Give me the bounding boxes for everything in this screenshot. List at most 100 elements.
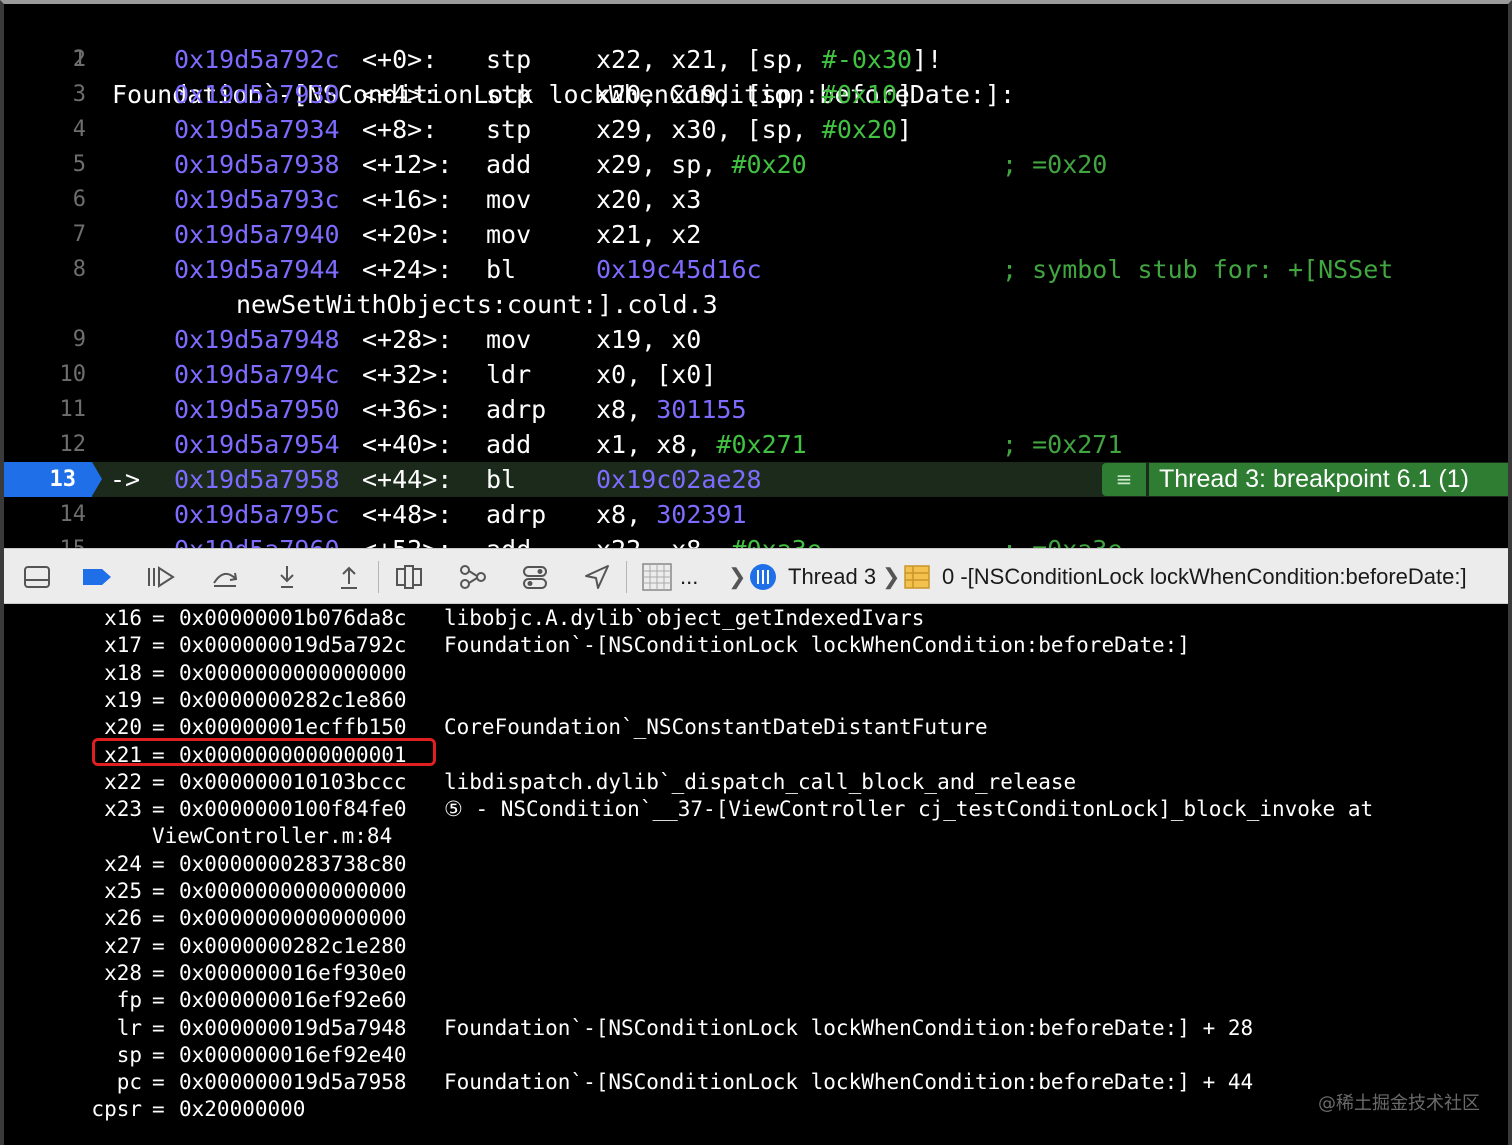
equals-sign: = bbox=[152, 1042, 165, 1067]
environment-overrides-icon[interactable] bbox=[520, 563, 550, 591]
line-number[interactable]: 7 bbox=[4, 217, 86, 252]
register-row[interactable]: x20 0x00000001ecffb150 CoreFoundation`_NSC… bbox=[4, 714, 1508, 741]
line-number[interactable]: 3 bbox=[4, 77, 86, 112]
register-name: x16 bbox=[104, 606, 142, 630]
register-row[interactable]: fp 0x000000016ef92e60 = bbox=[4, 987, 1508, 1014]
disassembly-line[interactable]: 2 0x19d5a792c <+0>: stp x22, x21, [sp, #-0x3… bbox=[4, 42, 1508, 77]
equals-sign: = bbox=[152, 660, 165, 685]
equals-sign: = bbox=[152, 1097, 165, 1122]
instruction-address: 0x19d5a7944 bbox=[174, 255, 340, 284]
operand-text: ] bbox=[897, 115, 913, 144]
register-row[interactable]: pc 0x000000019d5a7958 Foundation`-[NSCondi… bbox=[4, 1069, 1508, 1096]
register-value: 0x000000019d5a7958 bbox=[179, 1070, 407, 1095]
disassembly-line[interactable]: 5 0x19d5a7938 <+12>: add x29, sp, #0x20 ; =0x… bbox=[4, 147, 1508, 182]
breadcrumb-chevron-icon: ❯ bbox=[728, 564, 747, 589]
equals-sign: = bbox=[152, 1015, 165, 1040]
register-value: 0x00000001ecffb150 bbox=[179, 715, 407, 740]
instruction-offset: <+0>: bbox=[362, 45, 438, 74]
instruction-address: 0x19d5a795c bbox=[174, 500, 340, 529]
operands: x0, [x0] bbox=[596, 357, 716, 392]
register-name: x22 bbox=[104, 769, 142, 794]
register-value: 0x0000000100f84fe0 bbox=[179, 797, 407, 822]
operands: 0x19c02ae28 bbox=[596, 462, 762, 497]
breakpoint-menu-icon[interactable]: ≡ bbox=[1102, 463, 1146, 496]
step-out-icon[interactable] bbox=[334, 563, 364, 591]
register-row[interactable]: x21 0x0000000000000001 = bbox=[4, 742, 1508, 769]
equals-sign: = bbox=[152, 1070, 165, 1095]
view-hierarchy-icon[interactable] bbox=[394, 563, 424, 591]
equals-sign: = bbox=[152, 742, 165, 767]
register-view: x16 0x00000001b076da8c libobjc.A.dylib`obj… bbox=[4, 604, 1508, 1141]
register-row[interactable]: sp 0x000000016ef92e40 = bbox=[4, 1042, 1508, 1069]
register-row[interactable]: lr 0x000000019d5a7948 Foundation`-[NSCondi… bbox=[4, 1015, 1508, 1042]
equals-sign: = bbox=[152, 906, 165, 931]
line-number[interactable]: 15 bbox=[4, 532, 87, 548]
instruction-address: 0x19d5a792c bbox=[174, 45, 340, 74]
disassembly-line[interactable]: 9 0x19d5a7948 <+28>: mov x19, x0 bbox=[4, 322, 1508, 357]
operand-text: x19, x0 bbox=[596, 325, 702, 354]
line-number[interactable]: 12 bbox=[4, 427, 87, 462]
register-row[interactable]: x16 0x00000001b076da8c libobjc.A.dylib`obj… bbox=[4, 605, 1508, 632]
disassembly-line[interactable]: 4 0x19d5a7934 <+8>: stp x29, x30, [sp, #0x20… bbox=[4, 112, 1508, 147]
disassembly-line[interactable]: 8 0x19d5a7944 <+24>: bl 0x19c45d16c ; symbol … bbox=[4, 252, 1508, 287]
line-number[interactable]: 14 bbox=[4, 497, 87, 532]
thread-breadcrumb[interactable]: Thread 3 bbox=[788, 549, 876, 605]
register-row[interactable]: x17 0x000000019d5a792c Foundation`-[NSCond… bbox=[4, 632, 1508, 659]
step-into-icon[interactable] bbox=[272, 563, 302, 591]
equals-sign: = bbox=[152, 715, 165, 740]
line-number[interactable]: 9 bbox=[4, 322, 86, 357]
disassembly-line[interactable]: 15 0x19d5a7960 <+52>: add x22, x8, #0xa3e ; =… bbox=[4, 532, 1508, 548]
breakpoints-toggle-icon[interactable] bbox=[82, 563, 112, 591]
line-number[interactable]: 5 bbox=[4, 147, 86, 182]
register-value: 0x00000001b076da8c bbox=[179, 606, 407, 630]
line-number[interactable]: 4 bbox=[4, 112, 86, 147]
simulate-location-icon[interactable] bbox=[582, 563, 612, 591]
instruction-comment: ; =0x271 bbox=[1002, 430, 1123, 459]
line-number[interactable]: 2 bbox=[4, 42, 86, 77]
frame-breadcrumb[interactable]: 0 -[NSConditionLock lockWhenCondition:be… bbox=[942, 549, 1467, 605]
register-name: x25 bbox=[104, 879, 142, 903]
instruction-offset: <+48>: bbox=[362, 500, 453, 529]
register-row[interactable]: x24 0x0000000283738c80 = bbox=[4, 851, 1508, 878]
breakpoint-annotation[interactable]: ≡ Thread 3: breakpoint 6.1 (1) bbox=[1102, 463, 1508, 496]
register-value: 0x0000000283738c80 bbox=[179, 851, 407, 876]
current-line-marker[interactable]: 13 bbox=[4, 462, 102, 497]
continue-icon[interactable] bbox=[146, 563, 176, 591]
operands: x29, sp, #0x20 bbox=[596, 147, 807, 182]
disassembly-line[interactable]: 10 0x19d5a794c <+32>: ldr x0, [x0] bbox=[4, 357, 1508, 392]
register-row[interactable]: x23 0x0000000100f84fe0 ⑤ - NSCondition`__3… bbox=[4, 796, 1508, 823]
register-row[interactable]: x27 0x0000000282c1e280 = bbox=[4, 933, 1508, 960]
disassembly-line[interactable]: 12 0x19d5a7954 <+40>: add x1, x8, #0x271 ; =0… bbox=[4, 427, 1508, 462]
disassembly-line[interactable]: 6 0x19d5a793c <+16>: mov x20, x3 bbox=[4, 182, 1508, 217]
disassembly-header-line: 1 Foundation`-[NSConditionLock lockWhenC… bbox=[4, 7, 1508, 109]
panel-toggle-icon[interactable] bbox=[22, 563, 52, 591]
register-row[interactable]: x25 0x0000000000000000 = bbox=[4, 878, 1508, 905]
line-number[interactable]: 10 bbox=[4, 357, 87, 392]
register-row[interactable]: x18 0x0000000000000000 = bbox=[4, 660, 1508, 687]
disassembly-line[interactable]: 3 0x19d5a7930 <+4>: stp x20, x19, [sp, #0x10… bbox=[4, 77, 1508, 112]
line-number[interactable]: 6 bbox=[4, 182, 86, 217]
frame-grid-icon[interactable] bbox=[642, 563, 672, 591]
memory-graph-icon[interactable] bbox=[458, 563, 488, 591]
line-number[interactable]: 11 bbox=[4, 392, 87, 427]
disassembly-continuation-line: newSetWithObjects:count:].cold.3 bbox=[4, 287, 1508, 322]
disassembly-line[interactable]: 13 -> 0x19d5a7958 <+44>: bl 0x19c02ae28 ≡ Threa… bbox=[4, 462, 1508, 497]
register-row[interactable]: x22 0x000000010103bccc libdispatch.dylib`_… bbox=[4, 769, 1508, 796]
register-row[interactable]: x26 0x0000000000000000 = bbox=[4, 905, 1508, 932]
opcode: add bbox=[486, 430, 532, 459]
instruction-address: 0x19d5a7948 bbox=[174, 325, 340, 354]
disassembly-line[interactable]: 7 0x19d5a7940 <+20>: mov x21, x2 bbox=[4, 217, 1508, 252]
register-value: 0x0000000282c1e280 bbox=[179, 933, 407, 958]
register-row[interactable]: x19 0x0000000282c1e860 = bbox=[4, 687, 1508, 714]
step-over-icon[interactable] bbox=[210, 563, 240, 591]
immediate-value: #0x271 bbox=[716, 430, 807, 459]
operands: x20, x19, [sp, #0x10] bbox=[596, 77, 912, 112]
line-number[interactable]: 8 bbox=[4, 252, 86, 287]
register-continuation-row: ViewController.m:84 bbox=[4, 823, 1508, 850]
disassembly-line[interactable]: 11 0x19d5a7950 <+36>: adrp x8, 301155 bbox=[4, 392, 1508, 427]
operands: x22, x21, [sp, #-0x30]! bbox=[596, 42, 942, 77]
breadcrumb-more[interactable]: ... bbox=[680, 549, 698, 605]
register-row[interactable]: x28 0x000000016ef930e0 = bbox=[4, 960, 1508, 987]
disassembly-line[interactable]: 14 0x19d5a795c <+48>: adrp x8, 302391 bbox=[4, 497, 1508, 532]
register-row[interactable]: cpsr 0x20000000 = bbox=[4, 1096, 1508, 1123]
